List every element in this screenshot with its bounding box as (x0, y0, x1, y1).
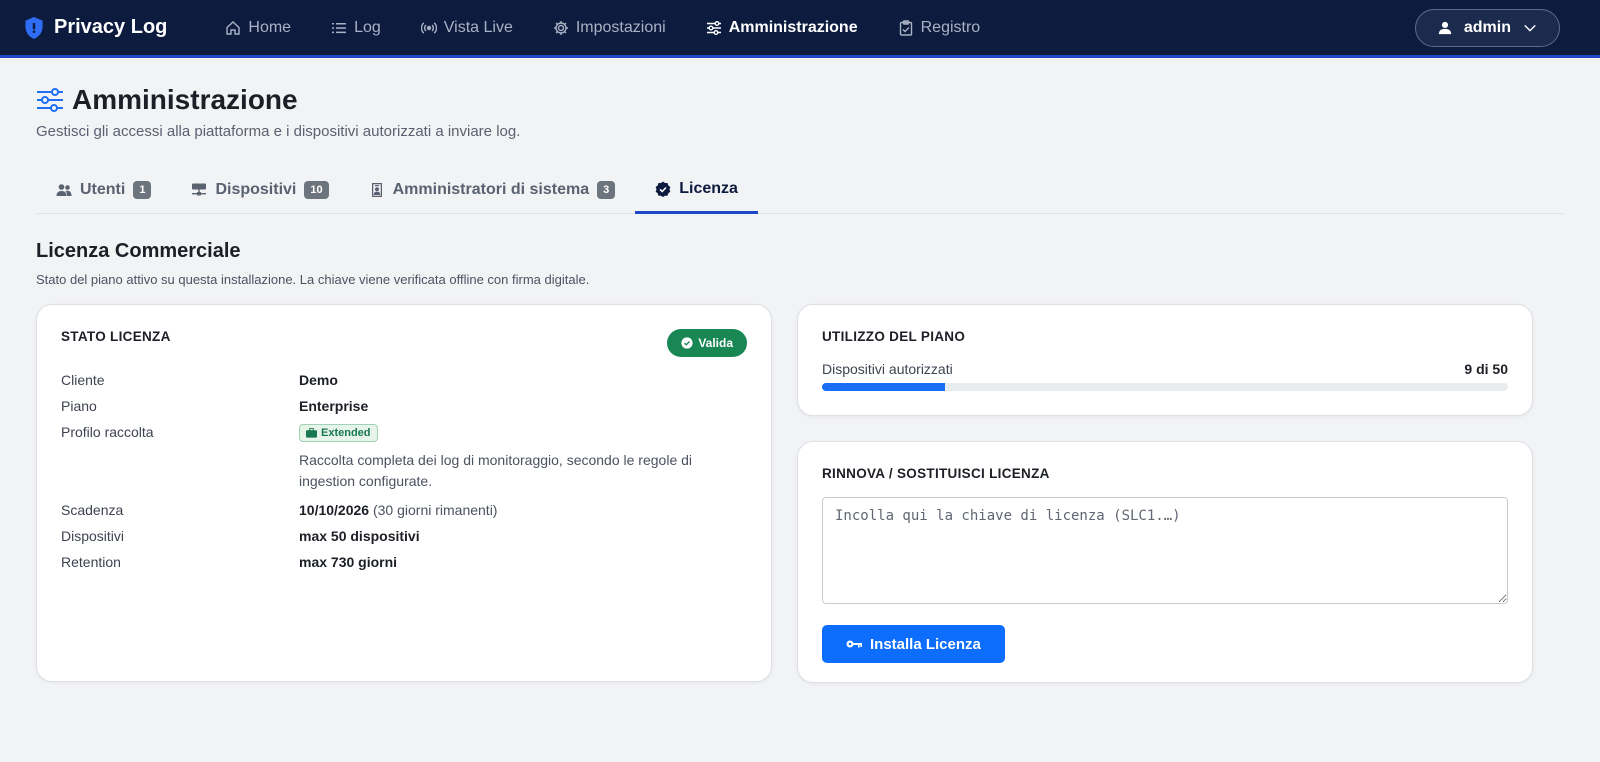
nav-item-label: Vista Live (443, 18, 513, 36)
tab-label: Utenti (80, 180, 126, 198)
profile-description: Raccolta completa dei log di monitoraggi… (299, 452, 693, 489)
client-value: Demo (299, 372, 338, 388)
page-header: Amministrazione (36, 84, 1564, 116)
username: admin (1463, 18, 1511, 36)
client-label: Cliente (61, 372, 105, 388)
user-menu-button[interactable]: admin (1414, 8, 1560, 47)
right-column: UTILIZZO DEL PIANO Dispositivi autorizza… (797, 304, 1533, 683)
profile-badge-text: Extended (321, 427, 371, 439)
broadcast-icon (420, 21, 437, 34)
profile-label: Profilo raccolta (61, 424, 154, 440)
status-badge: Valida (667, 329, 747, 357)
expiry-label: Scadenza (61, 502, 124, 518)
devices-value: max 50 dispositivi (299, 528, 420, 544)
tab-label: Licenza (679, 179, 738, 197)
section-description: Stato del piano attivo su questa install… (36, 272, 590, 287)
plan-usage-card: UTILIZZO DEL PIANO Dispositivi autorizza… (797, 304, 1533, 416)
nav-item-registro[interactable]: Registro (878, 0, 1001, 55)
profile-badge: Extended (299, 424, 378, 442)
profile-value: Extended Raccolta completa dei log di mo… (299, 424, 747, 492)
count-badge: 10 (304, 180, 329, 199)
home-icon (226, 20, 241, 35)
person-badge-icon (371, 182, 382, 197)
nav-item-label: Impostazioni (575, 18, 666, 36)
gear-icon (553, 20, 568, 35)
brand[interactable]: Privacy Log (24, 16, 167, 39)
nav-item-home[interactable]: Home (205, 0, 311, 55)
license-grid: STATO LICENZA Valida Cliente Demo Piano … (36, 304, 1564, 683)
page-title: Amministrazione (72, 84, 298, 115)
plan-label: Piano (61, 398, 97, 414)
admin-tabs: Utenti 1 Dispositivi 10 Amministratori d… (36, 166, 1564, 214)
license-details: Cliente Demo Piano Enterprise Profilo ra… (61, 372, 747, 570)
clipboard-check-icon (899, 19, 912, 36)
list-icon (332, 22, 347, 33)
tab-dispositivi[interactable]: Dispositivi 10 (171, 166, 348, 213)
tab-label: Dispositivi (215, 180, 297, 198)
tab-label: Amministratori di sistema (392, 180, 590, 198)
install-button-label: Installa Licenza (870, 635, 981, 653)
person-icon (1438, 21, 1451, 34)
patch-check-icon (681, 337, 693, 349)
nav-item-vista-live[interactable]: Vista Live (401, 0, 533, 55)
chevron-down-icon (1524, 24, 1536, 32)
install-license-button[interactable]: Installa Licenza (822, 625, 1005, 663)
nav-item-label: Registro (920, 18, 981, 36)
shield-icon (25, 16, 43, 39)
nav-item-log[interactable]: Log (311, 0, 401, 55)
page-content: Amministrazione Gestisci gli accessi all… (0, 58, 1600, 683)
usage-row: Dispositivi autorizzati 9 di 50 (822, 361, 1508, 377)
sliders-icon (706, 20, 721, 35)
nav-item-amministrazione[interactable]: Amministrazione (686, 0, 878, 55)
usage-count: 9 di 50 (1464, 361, 1508, 377)
expiry-date: 10/10/2026 (299, 502, 370, 518)
renew-license-card: RINNOVA / SOSTITUISCI LICENZA Installa L… (797, 441, 1533, 683)
card-title: STATO LICENZA (61, 329, 171, 344)
plan-value: Enterprise (299, 398, 369, 414)
top-navbar: Privacy Log Home Log Vista Live Impostaz… (0, 0, 1600, 58)
usage-progress-bar (822, 383, 1508, 391)
expiry-value: 10/10/2026 (30 giorni rimanenti) (299, 502, 747, 518)
expiry-remaining: (30 giorni rimanenti) (372, 502, 498, 518)
people-icon (56, 183, 72, 196)
hdd-network-icon (192, 183, 207, 195)
nav-item-label: Amministrazione (728, 18, 858, 36)
tab-amministratori[interactable]: Amministratori di sistema 3 (349, 166, 636, 213)
section-title: Licenza Commerciale (36, 240, 241, 262)
page-subtitle: Gestisci gli accessi alla piattaforma e … (36, 123, 521, 140)
license-key-input[interactable] (822, 497, 1508, 604)
tab-utenti[interactable]: Utenti 1 (36, 166, 171, 213)
main-nav: Home Log Vista Live Impostazioni Amminis… (205, 0, 1000, 55)
tab-licenza[interactable]: Licenza (635, 166, 758, 214)
retention-label: Retention (61, 554, 121, 570)
sliders-icon (37, 88, 63, 112)
brand-name: Privacy Log (54, 16, 168, 38)
usage-progress-fill (822, 383, 946, 391)
nav-item-impostazioni[interactable]: Impostazioni (533, 0, 686, 55)
count-badge: 3 (597, 180, 616, 199)
license-status-card: STATO LICENZA Valida Cliente Demo Piano … (36, 304, 772, 682)
briefcase-icon (306, 428, 317, 438)
status-text: Valida (698, 336, 733, 350)
patch-check-icon (655, 181, 671, 197)
count-badge: 1 (133, 180, 152, 199)
retention-value: max 730 giorni (299, 554, 398, 570)
nav-item-label: Home (248, 18, 292, 36)
card-title: UTILIZZO DEL PIANO (822, 329, 966, 344)
nav-item-label: Log (354, 18, 381, 36)
key-icon (846, 640, 862, 648)
card-title: RINNOVA / SOSTITUISCI LICENZA (822, 466, 1050, 481)
usage-label: Dispositivi autorizzati (822, 361, 953, 377)
devices-label: Dispositivi (61, 528, 125, 544)
